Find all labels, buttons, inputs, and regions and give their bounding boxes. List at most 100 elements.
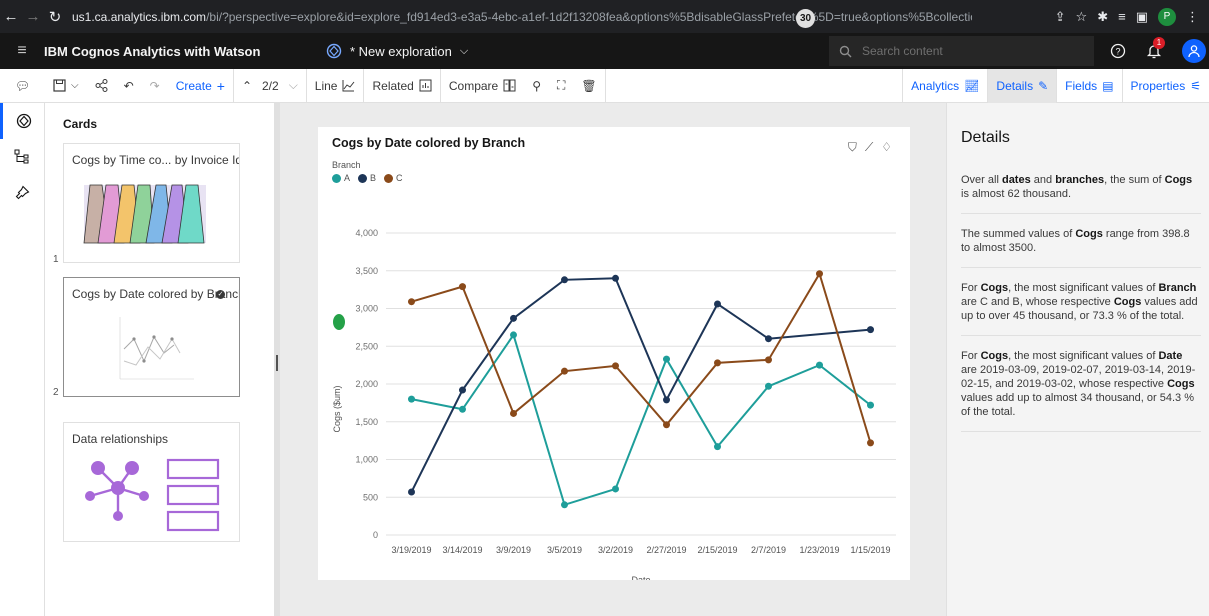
comment-icon[interactable]: 💬︎ [0,69,45,103]
legend-swatch [384,173,394,183]
card-thumbnail [83,184,206,244]
y-tick-label: 500 [363,492,378,502]
card-number: 1 [53,254,59,265]
data-point-a [714,443,721,451]
properties-label: Properties [1130,78,1186,93]
cards-panel: Cards Cogs by Time co... by Invoice Id 1… [45,103,274,616]
address-bar[interactable]: us1.ca.analytics.ibm.com/bi/?perspective… [72,4,972,29]
delete-icon[interactable]: 🗑︎ [573,69,604,103]
y-tick-label: 1,500 [355,417,378,427]
fields-tab[interactable]: Fields ▤ [1057,69,1121,103]
data-point-c [561,367,568,375]
share-button[interactable] [87,69,116,103]
exploration-icon [326,43,342,59]
undo-icon[interactable]: ↶ [116,69,142,103]
legend-item-a[interactable]: A [332,173,350,183]
details-summary-total: Over all dates and branches, the sum of … [961,173,1201,201]
svg-text:?: ? [1115,47,1120,57]
card-data-relationships[interactable]: Data relationships [63,422,240,542]
splitter-grip-icon[interactable] [276,355,278,371]
redo-icon[interactable]: ↷ [142,69,168,103]
data-point-b [561,276,568,284]
legend-title: Branch [332,160,361,170]
help-icon[interactable]: ? [1110,43,1126,59]
divider [961,431,1201,432]
data-point-b [408,488,415,496]
bookmark-star-icon[interactable]: ☆ [1076,9,1088,25]
share-icon[interactable]: ⇪ [1055,9,1066,25]
lightbulb-icon[interactable]: ♢ [881,140,892,155]
compare-button[interactable]: Compare [441,69,524,103]
card-title: Data relationships [72,432,169,446]
card-selected-indicator-icon: ✓ [216,290,225,299]
relationships-thumbnail [85,458,220,532]
x-tick-label: 3/9/2019 [496,545,531,555]
focus-icon[interactable]: ⛶ [549,69,573,103]
chevron-up-icon: ⌃ [241,78,252,93]
data-point-c [663,421,670,429]
data-point-a [408,395,415,403]
details-emphasis: Cogs [1167,378,1195,390]
chevron-down-icon: ⌵ [459,44,469,57]
sidepanel-icon[interactable]: ▣ [1136,9,1148,25]
hamburger-menu-icon[interactable]: ≡ [0,42,44,60]
save-button[interactable]: ⌵ [45,69,87,103]
card-title: Cogs by Time co... by Invoice Id [72,153,239,167]
x-tick-label: 3/19/2019 [391,545,431,555]
properties-tab[interactable]: Properties ⚟ [1123,69,1209,103]
create-button[interactable]: Create + [168,69,233,103]
reload-icon[interactable]: ↻ [44,8,66,26]
exploration-switcher[interactable]: * New exploration ⌵ [326,43,468,59]
legend-swatch [358,173,368,183]
card-thumbnail [119,317,194,380]
analytics-tab[interactable]: Analytics 📈︎ [903,69,987,103]
details-text: For [961,282,981,294]
details-emphasis: Cogs [980,282,1009,294]
data-point-b [510,314,517,322]
notifications-bell[interactable]: 1 [1146,37,1165,59]
line-label: Line [314,78,338,93]
back-icon[interactable]: ← [0,8,22,25]
details-tab[interactable]: Details ✎ [988,68,1057,103]
create-label: Create [175,78,212,93]
visualization-canvas: 0 500 1,000 1,500 2,000 2,500 3,000 3,500 4,000 3… [280,103,946,616]
profile-avatar[interactable]: P [1158,7,1176,26]
y-tick-label: 2,500 [355,341,378,351]
insights-icon[interactable]: ⟋ [865,140,873,155]
kebab-menu-icon[interactable]: ⋮ [1186,9,1199,25]
data-point-a [816,361,823,369]
share-icon [95,79,108,92]
related-button[interactable]: Related [364,69,439,103]
forward-icon[interactable]: → [22,8,44,25]
legend-item-c[interactable]: C [384,173,403,183]
data-point-a [765,382,772,390]
pin-icon[interactable]: ⚲ [524,69,549,103]
visualization-type-button[interactable]: Line [307,69,364,103]
fields-icon: ▤ [1102,78,1114,93]
reading-list-icon[interactable]: ≡ [1118,9,1126,24]
y-tick-label: 3,500 [355,266,378,276]
card-cogs-by-date[interactable]: Cogs by Date colored by Branch ✓ [63,277,240,397]
card-cogs-by-time[interactable]: Cogs by Time co... by Invoice Id [63,143,240,263]
pins-rail-button[interactable] [0,175,44,211]
next-card-button[interactable]: ⌵ [281,69,306,103]
x-tick-label: 2/15/2019 [697,545,737,555]
previous-card-button[interactable]: ⌃ [234,69,260,103]
extensions-icon[interactable]: ✱ [1097,9,1108,25]
search-input[interactable]: Search content [829,36,1094,66]
filter-icon[interactable]: ⛉ [848,140,857,155]
properties-icon: ⚟ [1190,78,1201,93]
details-emphasis: Date [1158,350,1183,362]
data-point-c [408,298,415,306]
notification-count-badge[interactable]: 30 [796,9,815,28]
user-avatar[interactable] [1182,39,1206,63]
legend-item-b[interactable]: B [358,173,376,183]
relationships-rail-button[interactable] [0,139,44,175]
details-summary-branch: For Cogs, the most significant values of… [961,281,1201,323]
y-axis-label: Cogs ($um) [332,385,342,432]
user-icon [1188,45,1200,58]
data-point-b [765,335,772,343]
cards-rail-button[interactable] [0,103,44,139]
legend-swatch [332,173,341,183]
details-summary-range: The summed values of Cogs range from 398… [961,227,1201,255]
